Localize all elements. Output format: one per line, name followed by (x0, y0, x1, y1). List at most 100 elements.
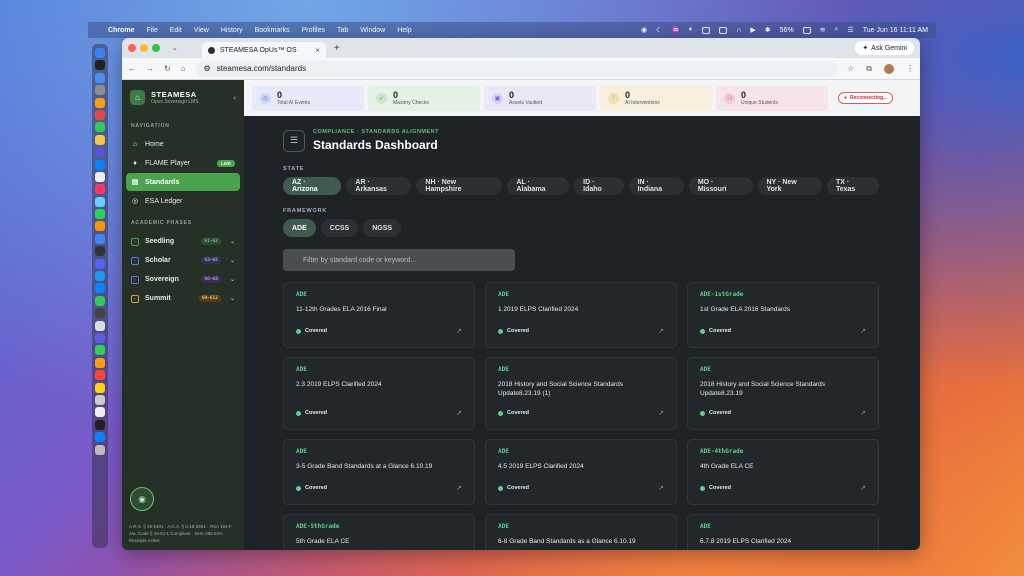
external-link-icon[interactable]: ↗ (456, 327, 462, 335)
external-link-icon[interactable]: ↗ (658, 484, 664, 492)
finder-icon[interactable] (95, 48, 105, 58)
reload-icon[interactable]: ↻ (164, 64, 171, 73)
state-pill-az[interactable]: AZ · Arizona (283, 177, 342, 195)
app-icon[interactable] (95, 432, 105, 443)
profile-avatar[interactable] (884, 63, 894, 74)
app-icon[interactable] (95, 122, 105, 133)
external-link-icon[interactable]: ↗ (658, 409, 664, 417)
collapse-sidebar-icon[interactable]: ‹ (233, 93, 236, 102)
close-window-button[interactable] (128, 44, 136, 52)
framework-pill-ngss[interactable]: NGSS (363, 219, 402, 237)
chevron-down-icon[interactable]: ⌄ (230, 238, 235, 245)
app-icon[interactable] (95, 283, 105, 294)
standard-card[interactable]: ADE 3-5 Grade Band Standards at a Glance … (283, 439, 475, 505)
sidebar-item-home[interactable]: ⌂ Home (126, 135, 240, 153)
standard-card[interactable]: ADE-4thGrade 4th Grade ELA CE Covered ↗ (687, 439, 879, 505)
control-center-icon[interactable]: ☰ (847, 26, 853, 34)
state-pill-in[interactable]: IN · Indiana (628, 177, 684, 195)
external-link-icon[interactable]: ↗ (456, 409, 462, 417)
app-icon[interactable] (95, 196, 105, 207)
chevron-down-icon[interactable]: ⌄ (230, 276, 235, 283)
phase-summit[interactable]: ▪ Summit G9–G12 ⌄ (126, 289, 240, 308)
battery-percent[interactable]: 56% (780, 27, 794, 34)
settings-icon[interactable] (95, 85, 105, 96)
state-pill-tx[interactable]: TX · Texas (826, 177, 879, 195)
standard-card[interactable]: ADE 2018 History and Social Science Stand… (687, 357, 879, 430)
external-link-icon[interactable]: ↗ (658, 327, 664, 335)
extensions-icon[interactable]: ⧉ (866, 64, 872, 74)
filter-input[interactable]: Filter by standard code or keyword... (283, 249, 515, 271)
standard-card[interactable]: ADE 6.7.8 2019 ELPS Clarified 2024 (687, 514, 879, 550)
site-info-icon[interactable]: ⚙ (204, 64, 211, 73)
app-store-icon[interactable] (95, 72, 105, 83)
battery-icon[interactable] (802, 26, 811, 34)
home-icon[interactable]: ⌂ (181, 64, 186, 73)
app-icon[interactable] (95, 357, 105, 368)
standard-card[interactable]: ADE 2018 History and Social Science Stand… (485, 357, 677, 430)
standard-card[interactable]: ADE 4.5 2019 ELPS Clarified 2024 Covered ↗ (485, 439, 677, 505)
standard-card[interactable]: ADE 6-8 Grade Band Standards as a Glance … (485, 514, 677, 550)
app-icon[interactable] (95, 171, 105, 182)
menu-view[interactable]: View (194, 27, 209, 34)
phase-scholar[interactable]: ▪ Scholar G3–G5 ⌄ (126, 251, 240, 270)
minimize-window-button[interactable] (140, 44, 148, 52)
screen-mirror-icon[interactable] (719, 26, 728, 34)
app-icon[interactable] (95, 109, 105, 120)
app-icon[interactable] (95, 271, 105, 282)
menu-kebab-icon[interactable]: ⋮ (906, 64, 914, 73)
phase-seedling[interactable]: ▪ Seedling G1–G2 ⌄ (126, 232, 240, 251)
phase-sovereign[interactable]: ▪ Sovereign G6–G8 ⌄ (126, 270, 240, 289)
state-pill-ar[interactable]: AR · Arkansas (346, 177, 412, 195)
app-icon[interactable] (95, 345, 105, 356)
state-pill-mo[interactable]: MO · Missouri (688, 177, 753, 195)
audio-icon[interactable]: ♒ (671, 26, 680, 34)
app-icon[interactable] (95, 382, 105, 393)
sidebar-item-standards[interactable]: ▤ Standards (126, 173, 240, 191)
volume-icon[interactable]: 🔈︎ (689, 26, 693, 34)
eye-icon[interactable]: ◉ (130, 487, 154, 511)
menu-tab[interactable]: Tab (337, 27, 348, 34)
app-icon[interactable] (95, 221, 105, 232)
app-icon[interactable] (95, 419, 105, 430)
menu-file[interactable]: File (146, 27, 157, 34)
terminal-icon[interactable] (95, 60, 105, 71)
menu-profiles[interactable]: Profiles (302, 27, 325, 34)
new-tab-button[interactable]: + (334, 43, 340, 54)
framework-pill-ccss[interactable]: CCSS (320, 219, 359, 237)
bookmark-star-icon[interactable]: ☆ (847, 64, 854, 73)
forward-icon[interactable]: → (146, 64, 154, 73)
menu-bookmarks[interactable]: Bookmarks (255, 27, 290, 34)
wifi-icon[interactable]: ≋ (820, 26, 826, 34)
search-icon[interactable]: ⌕ (835, 26, 839, 34)
state-pill-nh[interactable]: NH · New Hampshire (416, 177, 503, 195)
zoom-window-button[interactable] (152, 44, 160, 52)
app-icon[interactable] (95, 308, 105, 319)
state-pill-al[interactable]: AL · Alabama (507, 177, 570, 195)
app-icon[interactable] (95, 184, 105, 195)
app-icon[interactable] (95, 209, 105, 220)
app-icon[interactable] (95, 147, 105, 158)
chrome-icon[interactable] (95, 233, 105, 244)
external-link-icon[interactable]: ↗ (860, 409, 866, 417)
menu-help[interactable]: Help (397, 27, 411, 34)
app-icon[interactable] (95, 332, 105, 343)
chevron-down-icon[interactable]: ⌄ (230, 257, 235, 264)
display-icon[interactable] (702, 26, 711, 34)
moon-icon[interactable]: ☾ (656, 26, 662, 34)
status-icon[interactable]: ◉ (641, 26, 647, 34)
browser-tab[interactable]: STEAMESA OpUs™ OS × (201, 42, 326, 58)
external-link-icon[interactable]: ↗ (860, 327, 866, 335)
app-icon[interactable] (95, 97, 105, 108)
app-icon[interactable] (95, 407, 105, 418)
standard-card[interactable]: ADE 2.3 2019 ELPS Clarified 2024 Covered ↗ (283, 357, 475, 430)
tab-search-icon[interactable]: ⌄ (172, 44, 178, 52)
menubar-app-name[interactable]: Chrome (108, 27, 134, 34)
app-icon[interactable] (95, 159, 105, 170)
headphones-icon[interactable]: ∩ (736, 27, 741, 34)
app-icon[interactable] (95, 320, 105, 331)
state-pill-ny[interactable]: NY · New York (757, 177, 822, 195)
state-pill-id[interactable]: ID · Idaho (574, 177, 624, 195)
external-link-icon[interactable]: ↗ (456, 484, 462, 492)
menu-history[interactable]: History (221, 27, 243, 34)
menu-window[interactable]: Window (360, 27, 385, 34)
